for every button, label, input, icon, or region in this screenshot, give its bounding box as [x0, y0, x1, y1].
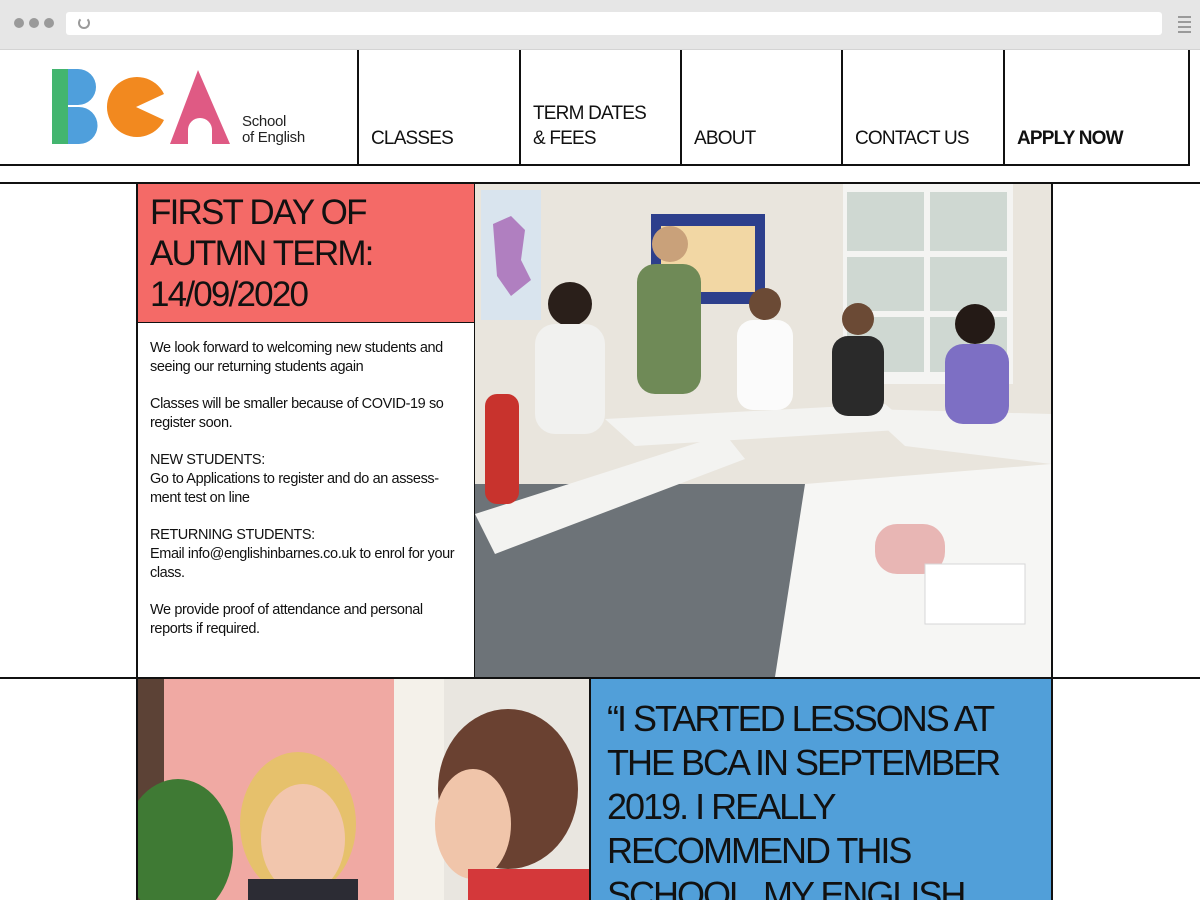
bca-logo-icon: [52, 69, 230, 144]
nav-term-dates-fees[interactable]: TERM DATES & FEES: [519, 50, 681, 165]
heading-line: FIRST DAY OF: [150, 193, 367, 232]
logo-text: School of English: [242, 114, 305, 146]
announcement-paragraph: We look forward to welcoming new student…: [150, 340, 443, 375]
grid-line: [1051, 182, 1053, 900]
classroom-image: [475, 184, 1051, 677]
nav-fees-label: & FEES: [533, 128, 597, 149]
nav-classes-label: CLASSES: [371, 128, 454, 149]
announcement-heading: FIRST DAY OF AUTMN TERM: 14/09/2020: [150, 192, 462, 315]
announcement-paragraph: We provide proof of attendance and perso…: [150, 602, 423, 637]
nav-contact-us[interactable]: CONTACT US: [841, 50, 1004, 165]
reload-icon[interactable]: [78, 17, 90, 29]
hamburger-menu-icon[interactable]: [1178, 16, 1191, 36]
announcement-paragraph: Classes will be smaller because of COVID…: [150, 396, 444, 431]
browser-toolbar: [0, 0, 1200, 50]
window-dot[interactable]: [14, 18, 24, 28]
bca-logo[interactable]: School of English: [50, 68, 330, 148]
nav-apply-now[interactable]: APPLY NOW: [1003, 50, 1189, 165]
header-divider: [0, 164, 1190, 166]
nav-apply-label: APPLY NOW: [1017, 128, 1124, 149]
students-photo: [138, 679, 589, 900]
heading-line: AUTMN TERM:: [150, 234, 374, 273]
heading-date: 14/09/2020: [150, 275, 309, 314]
returning-students-label: RETURNING STUDENTS:: [150, 527, 315, 543]
announcement-heading-box: FIRST DAY OF AUTMN TERM: 14/09/2020: [138, 184, 474, 322]
announcement-body: We look forward to welcoming new student…: [138, 323, 474, 677]
nav-divider: [1188, 50, 1190, 165]
logo-text-line: School: [242, 113, 287, 130]
new-students-block: NEW STUDENTS: Go to Applications to regi…: [150, 451, 462, 508]
window-controls: [14, 18, 54, 28]
window-dot[interactable]: [29, 18, 39, 28]
new-students-label: NEW STUDENTS:: [150, 452, 265, 468]
classroom-photo: [475, 184, 1051, 677]
window-dot[interactable]: [44, 18, 54, 28]
testimonial-box: “I STARTED LESSONS AT THE BCA IN SEPTEMB…: [591, 679, 1051, 900]
testimonial-quote: “I STARTED LESSONS AT THE BCA IN SEPTEMB…: [607, 698, 1001, 900]
nav-classes[interactable]: CLASSES: [357, 50, 520, 165]
nav-about[interactable]: ABOUT: [680, 50, 842, 165]
nav-contact-label: CONTACT US: [855, 128, 970, 149]
students-image: [138, 679, 589, 900]
returning-students-block: RETURNING STUDENTS: Email info@englishin…: [150, 526, 462, 583]
logo-text-line: of English: [242, 129, 305, 146]
new-students-text: Go to Applications to register and do an…: [150, 471, 440, 506]
nav-term-dates-label: TERM DATES: [533, 103, 647, 124]
address-bar[interactable]: [66, 12, 1162, 35]
nav-about-label: ABOUT: [694, 128, 756, 149]
returning-students-text: Email info@englishinbarnes.co.uk to enro…: [150, 546, 455, 581]
